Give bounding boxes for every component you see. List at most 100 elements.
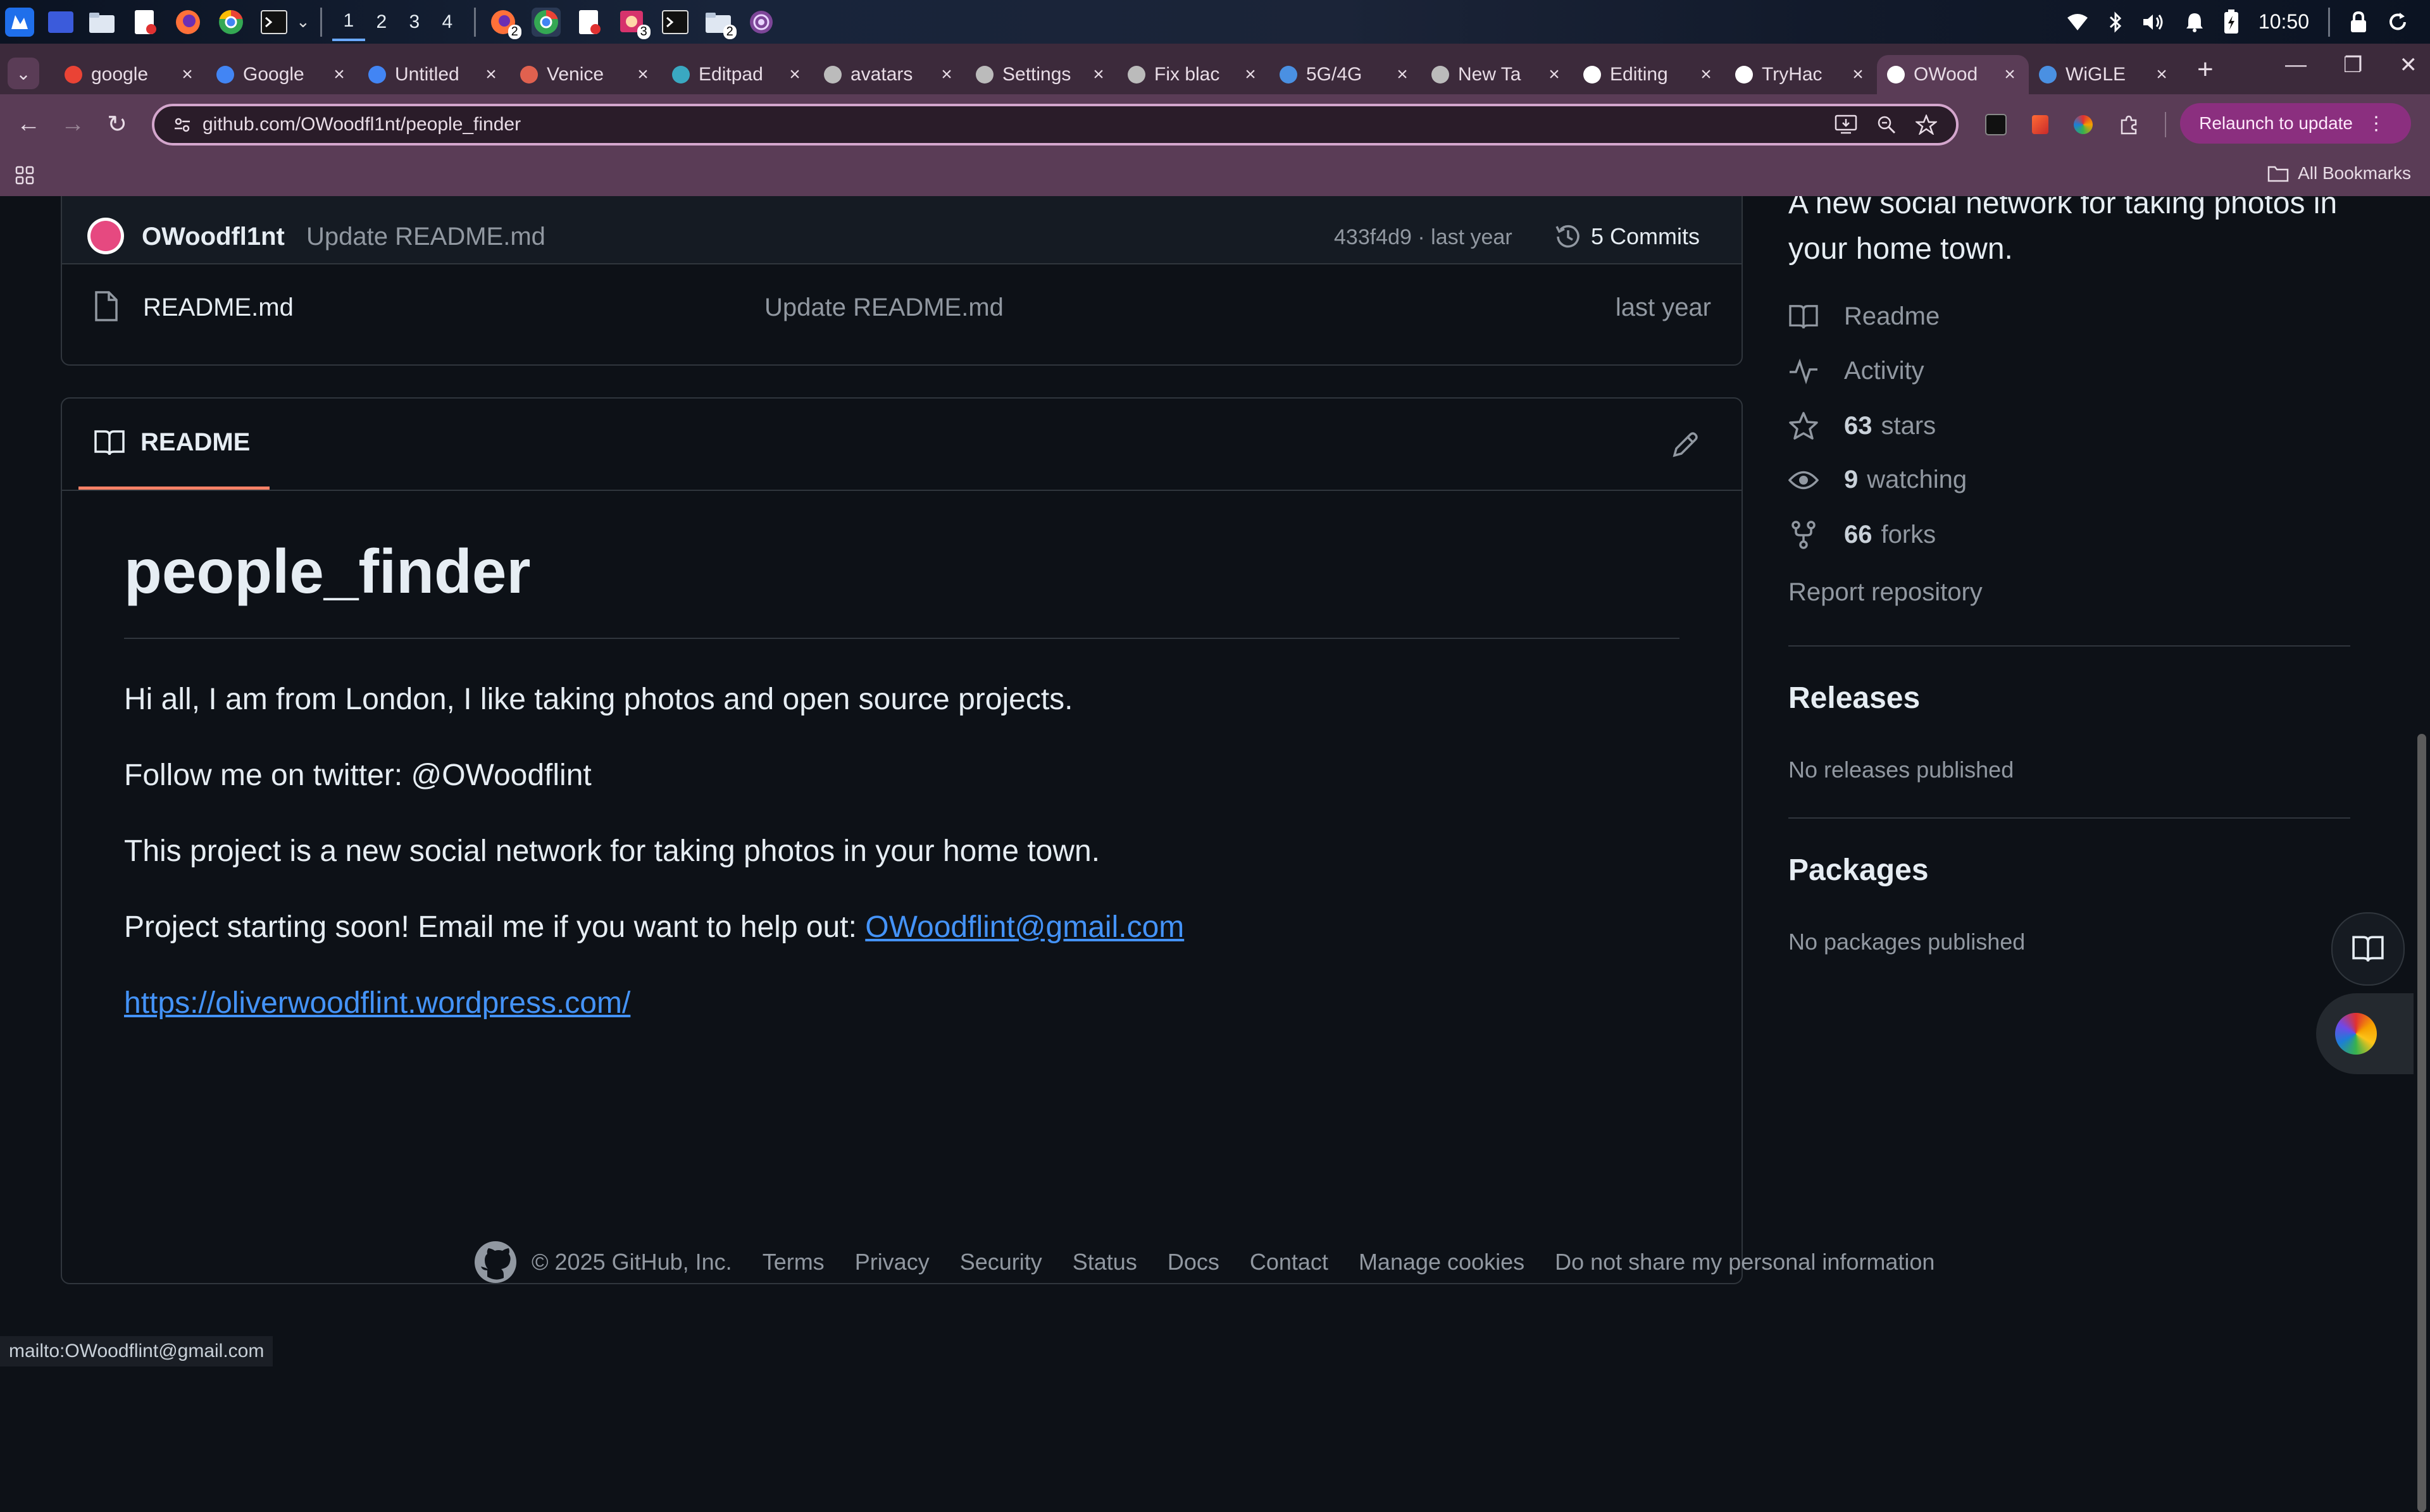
tab-close-icon[interactable]: ×: [2001, 64, 2019, 85]
footer-link-manage-cookies[interactable]: Manage cookies: [1359, 1249, 1524, 1275]
workspace-1[interactable]: 1: [332, 3, 365, 41]
tab-search-button[interactable]: ⌄: [8, 58, 39, 89]
browser-tab[interactable]: google ×: [54, 55, 206, 94]
tor-browser-icon[interactable]: [747, 8, 776, 37]
tab-close-icon[interactable]: ×: [786, 64, 804, 85]
bookmark-star-icon[interactable]: [1916, 114, 1937, 135]
bluetooth-icon[interactable]: [2108, 11, 2123, 33]
volume-icon[interactable]: [2142, 12, 2166, 32]
tab-close-icon[interactable]: ×: [482, 64, 500, 85]
sidebar-watching-link[interactable]: 9 watching: [1788, 466, 1967, 494]
all-bookmarks-button[interactable]: All Bookmarks: [2267, 163, 2411, 183]
text-editor-window-icon[interactable]: [575, 8, 604, 37]
file-row[interactable]: README.md Update README.md last year: [62, 263, 1742, 352]
releases-title[interactable]: Releases: [1788, 681, 1920, 716]
github-logo-icon[interactable]: [473, 1240, 518, 1284]
terminal-window-icon[interactable]: [661, 8, 690, 37]
reading-mode-button[interactable]: [2331, 912, 2405, 986]
files-icon[interactable]: [87, 8, 116, 37]
author-avatar[interactable]: [87, 218, 124, 254]
chrome-window-icon[interactable]: [531, 7, 561, 37]
footer-link-status[interactable]: Status: [1073, 1249, 1137, 1275]
extension-colorful-icon[interactable]: [2074, 115, 2093, 134]
tab-close-icon[interactable]: ×: [178, 64, 196, 85]
more-menu-icon[interactable]: ⋮: [2367, 113, 2386, 135]
browser-tab[interactable]: Venice ×: [510, 55, 662, 94]
desktop-icon[interactable]: [48, 11, 73, 33]
footer-link-security[interactable]: Security: [960, 1249, 1042, 1275]
reload-icon[interactable]: ↻: [95, 110, 139, 139]
browser-tab[interactable]: TryHac ×: [1725, 55, 1877, 94]
chrome-icon[interactable]: [216, 8, 246, 37]
commit-author[interactable]: OWoodfl1nt: [142, 223, 285, 251]
apps-grid-icon[interactable]: [15, 166, 34, 185]
clock[interactable]: 10:50: [2259, 10, 2309, 34]
browser-tab[interactable]: Google ×: [206, 55, 358, 94]
install-app-icon[interactable]: [1835, 115, 1857, 135]
address-bar[interactable]: github.com/OWoodfl1nt/people_finder: [152, 103, 1959, 146]
sidebar-readme-link[interactable]: Readme: [1788, 302, 1940, 331]
commit-message[interactable]: Update README.md: [306, 223, 545, 251]
browser-tab[interactable]: Untitled ×: [358, 55, 510, 94]
forward-icon[interactable]: →: [51, 111, 95, 138]
back-icon[interactable]: ←: [6, 111, 51, 138]
text-editor-icon[interactable]: [130, 8, 159, 37]
restore-icon[interactable]: ❐: [2343, 53, 2362, 78]
new-tab-button[interactable]: +: [2197, 54, 2214, 85]
extension-dark-icon[interactable]: [1985, 113, 2007, 135]
terminal-icon[interactable]: [259, 8, 289, 37]
browser-tab[interactable]: Fix blac ×: [1118, 55, 1269, 94]
chevron-down-icon[interactable]: ⌄: [296, 12, 310, 32]
commits-link[interactable]: 5 Commits: [1553, 221, 1700, 252]
browser-tab[interactable]: OWood ×: [1877, 55, 2029, 94]
tab-close-icon[interactable]: ×: [330, 64, 348, 85]
site-info-icon[interactable]: [173, 116, 191, 133]
edit-pencil-icon[interactable]: [1671, 430, 1700, 459]
packages-title[interactable]: Packages: [1788, 853, 1929, 888]
tab-close-icon[interactable]: ×: [938, 64, 956, 85]
sidebar-activity-link[interactable]: Activity: [1788, 357, 1924, 385]
report-repository-link[interactable]: Report repository: [1788, 578, 1983, 607]
extension-acrobat-icon[interactable]: [2032, 115, 2048, 134]
firefox-window-icon[interactable]: 2: [489, 8, 521, 39]
zoom-icon[interactable]: [1876, 115, 1897, 135]
close-window-icon[interactable]: ✕: [2400, 53, 2418, 78]
minimize-icon[interactable]: —: [2285, 53, 2307, 78]
copilot-assistant-button[interactable]: [2316, 993, 2430, 1074]
sidebar-stars-link[interactable]: 63 stars: [1788, 411, 1936, 440]
url-text[interactable]: github.com/OWoodfl1nt/people_finder: [202, 114, 1835, 135]
workspace-4[interactable]: 4: [431, 11, 464, 33]
browser-tab[interactable]: WiGLE ×: [2029, 55, 2181, 94]
tab-close-icon[interactable]: ×: [1393, 64, 1411, 85]
files-window-icon[interactable]: 2: [704, 8, 737, 39]
extensions-puzzle-icon[interactable]: [2118, 114, 2140, 135]
firefox-icon[interactable]: [173, 8, 202, 37]
footer-link-contact[interactable]: Contact: [1250, 1249, 1328, 1275]
email-link[interactable]: OWoodflint@gmail.com: [865, 910, 1184, 944]
workspace-3[interactable]: 3: [398, 11, 431, 33]
scrollbar-thumb[interactable]: [2417, 734, 2426, 1512]
lock-icon[interactable]: [2349, 11, 2368, 34]
browser-tab[interactable]: Settings ×: [966, 55, 1118, 94]
footer-link-privacy[interactable]: Privacy: [855, 1249, 930, 1275]
workspace-2[interactable]: 2: [365, 11, 398, 33]
page-scrollbar[interactable]: [2414, 196, 2430, 1512]
file-name[interactable]: README.md: [143, 294, 294, 322]
browser-tab[interactable]: Editpad ×: [662, 55, 814, 94]
browser-tab[interactable]: Editing ×: [1573, 55, 1725, 94]
relaunch-to-update-button[interactable]: Relaunch to update ⋮: [2180, 103, 2411, 144]
refresh-session-icon[interactable]: [2387, 11, 2408, 33]
file-commit-message[interactable]: Update README.md: [764, 294, 1004, 322]
bell-icon[interactable]: [2185, 11, 2204, 33]
website-link[interactable]: https://oliverwoodflint.wordpress.com/: [124, 986, 630, 1020]
wifi-icon[interactable]: [2066, 13, 2089, 32]
commit-hash[interactable]: 433f4d9: [1334, 225, 1412, 249]
tab-readme[interactable]: README: [78, 399, 270, 490]
tab-close-icon[interactable]: ×: [1545, 64, 1563, 85]
tab-close-icon[interactable]: ×: [2153, 64, 2171, 85]
sidebar-forks-link[interactable]: 66 forks: [1788, 520, 1936, 549]
tab-close-icon[interactable]: ×: [634, 64, 652, 85]
browser-tab[interactable]: avatars ×: [814, 55, 966, 94]
footer-link-docs[interactable]: Docs: [1168, 1249, 1219, 1275]
image-viewer-window-icon[interactable]: 3: [618, 8, 651, 39]
